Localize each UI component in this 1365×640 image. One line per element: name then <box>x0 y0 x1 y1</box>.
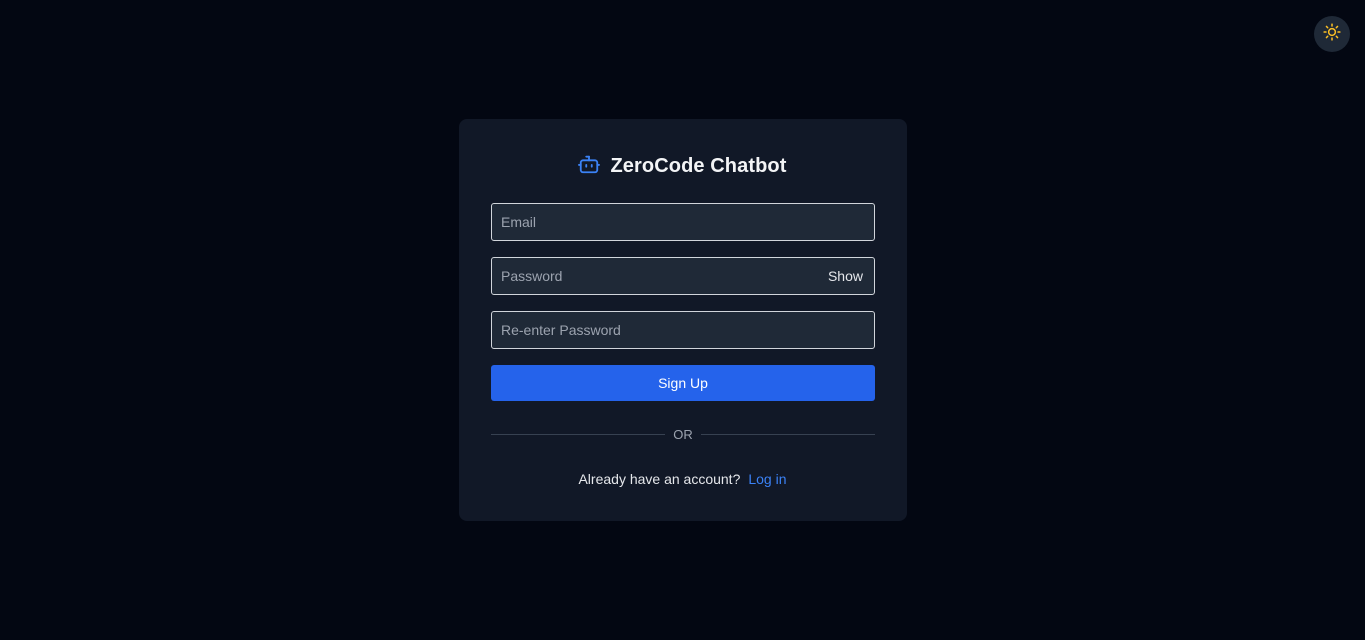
sign-up-button[interactable]: Sign Up <box>491 365 875 401</box>
login-prompt-text: Already have an account? <box>578 471 741 487</box>
divider-left <box>491 434 665 435</box>
theme-toggle-button[interactable] <box>1314 16 1350 52</box>
password-field[interactable] <box>492 258 874 294</box>
divider-right <box>701 434 875 435</box>
password-field-wrapper: Show <box>491 257 875 295</box>
robot-icon <box>578 153 601 180</box>
confirm-password-field-wrapper <box>491 311 875 349</box>
page-title: ZeroCode Chatbot <box>610 155 787 177</box>
login-prompt: Already have an account? Log in <box>0 471 1365 487</box>
log-in-link[interactable]: Log in <box>748 471 786 487</box>
sun-icon <box>1323 22 1341 46</box>
show-password-button[interactable]: Show <box>828 268 863 284</box>
email-field-wrapper <box>491 203 875 241</box>
or-divider-label: OR <box>673 427 693 442</box>
brand-header: ZeroCode Chatbot <box>0 153 1365 180</box>
email-field[interactable] <box>492 204 874 240</box>
confirm-password-field[interactable] <box>492 312 874 348</box>
